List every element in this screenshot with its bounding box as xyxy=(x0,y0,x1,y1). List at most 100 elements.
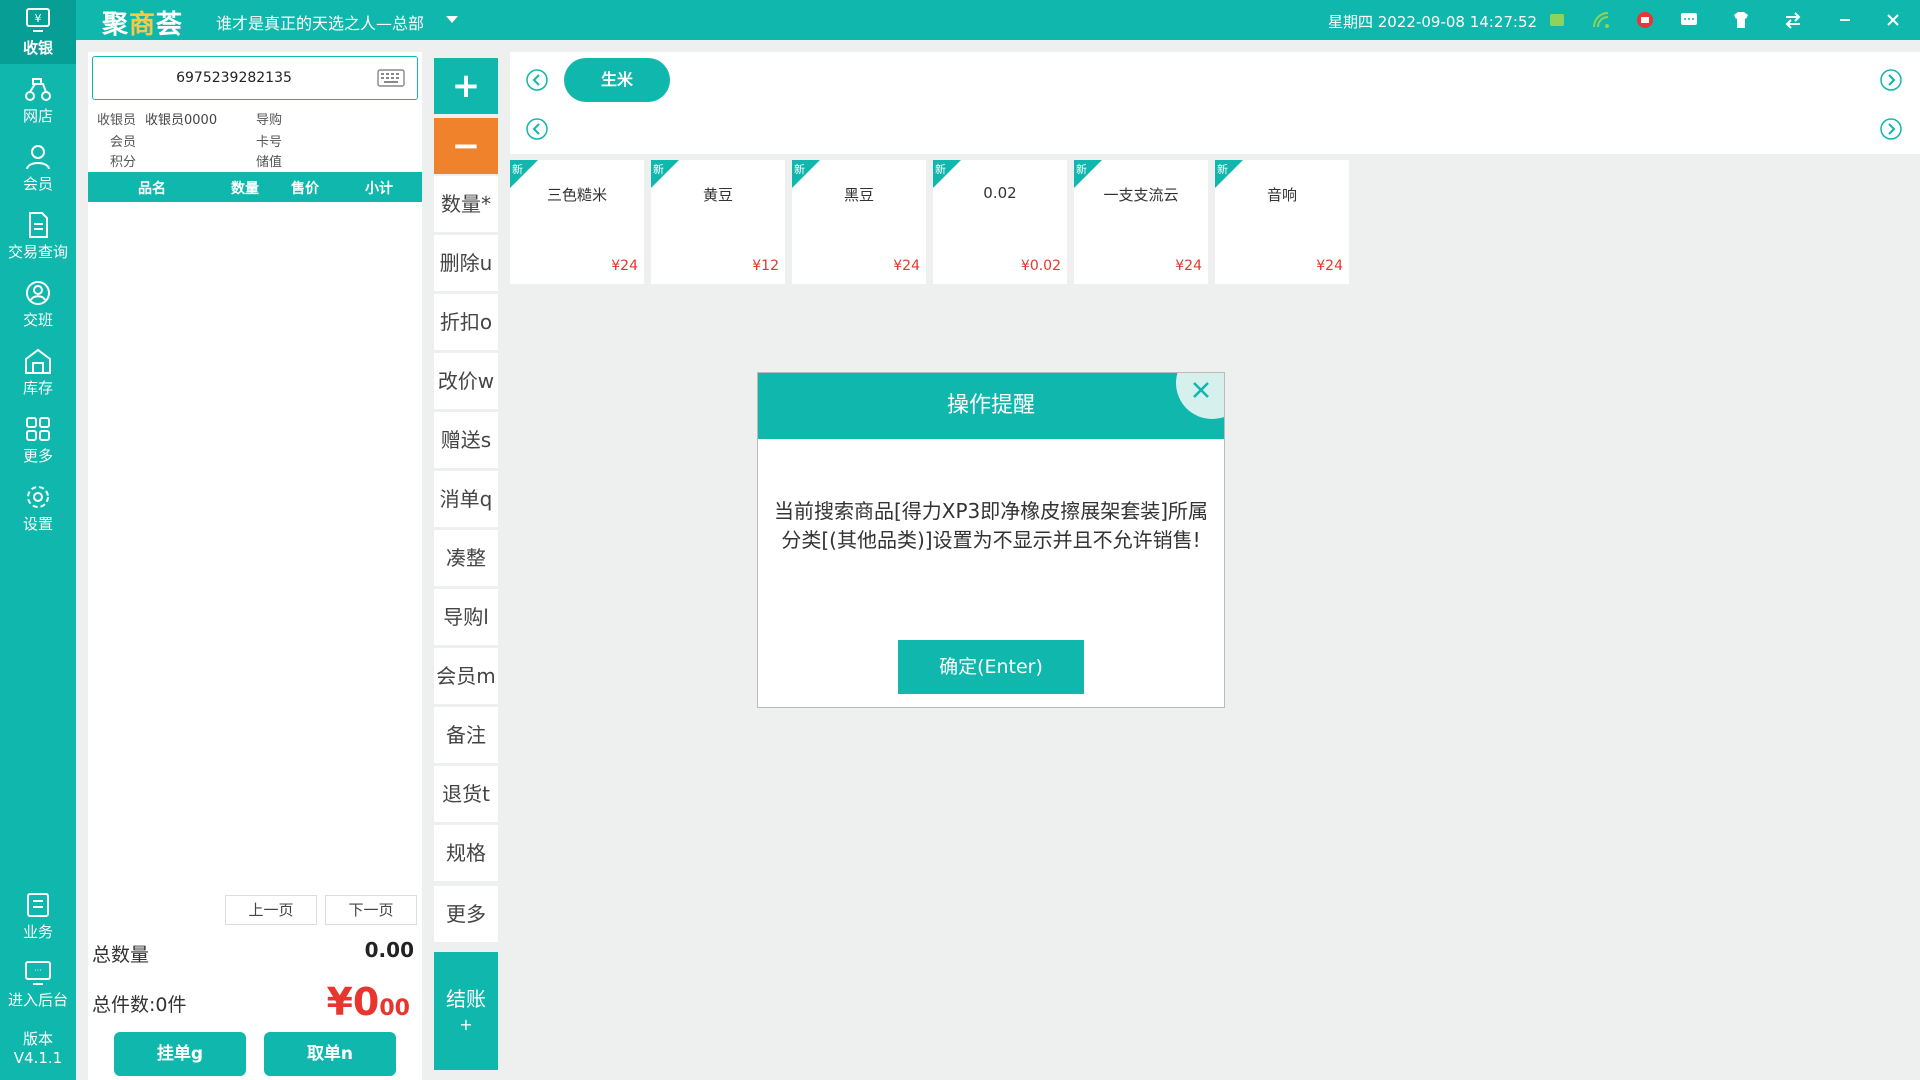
nav-item-member[interactable]: 会员 xyxy=(0,136,76,200)
app-logo: 聚商荟 xyxy=(102,10,184,40)
nav-item-cashier[interactable]: ¥ 收银 xyxy=(0,0,76,64)
nav-item-business[interactable]: 业务 xyxy=(0,884,76,948)
nav-item-transactions[interactable]: 交易查询 xyxy=(0,204,76,268)
gift-button[interactable]: 赠送s xyxy=(434,412,498,468)
checkout-label: 结账 xyxy=(446,987,486,1011)
order-panel: 收银员 收银员0000 导购 会员 卡号 积分 储值 品名 数量 售价 小计 上… xyxy=(88,52,422,1080)
column-header: 数量 xyxy=(231,181,259,197)
barcode-input[interactable] xyxy=(99,63,369,93)
category-tab-active[interactable]: 生米 xyxy=(564,58,670,102)
card-label: 卡号 xyxy=(256,135,283,150)
column-header: 小计 xyxy=(365,181,393,197)
nav-label: 设置 xyxy=(22,515,53,533)
minimize-icon[interactable] xyxy=(1834,9,1856,31)
message-icon[interactable] xyxy=(1678,9,1700,31)
top-bar: 聚商荟 谁才是真正的天选之人—总部 星期四 2022-09-08 14:27:5… xyxy=(76,0,1920,40)
nav-item-online-store[interactable]: 网店 xyxy=(0,68,76,132)
barcode-search-box[interactable] xyxy=(92,56,418,100)
guide-label: 导购 xyxy=(256,113,283,128)
checkout-plus: + xyxy=(459,1015,473,1034)
new-badge-text: 新 xyxy=(1217,163,1228,176)
wifi-icon[interactable] xyxy=(1590,9,1612,31)
nav-label: 更多 xyxy=(22,447,53,465)
nav-label: 交班 xyxy=(22,311,53,329)
keyboard-icon[interactable] xyxy=(377,69,405,87)
remark-button[interactable]: 备注 xyxy=(434,707,498,763)
chevron-right-icon[interactable] xyxy=(1880,69,1902,91)
cashier-value: 收银员0000 xyxy=(145,113,218,128)
more-functions-button[interactable]: 更多 xyxy=(434,886,498,942)
warehouse-icon xyxy=(25,348,51,374)
discount-button[interactable]: 折扣o xyxy=(434,294,498,350)
guide-button[interactable]: 导购l xyxy=(434,589,498,645)
product-price: ¥24 xyxy=(1316,258,1343,274)
nav-item-more[interactable]: 更多 xyxy=(0,408,76,472)
product-name: 三色糙米 xyxy=(546,186,607,204)
checkout-button[interactable]: 结账 + xyxy=(434,952,498,1070)
return-button[interactable]: 退货t xyxy=(434,766,498,822)
product-price: ¥24 xyxy=(1175,258,1202,274)
chevron-right-icon[interactable] xyxy=(1880,118,1902,140)
switch-icon[interactable] xyxy=(1782,9,1804,31)
product-card[interactable]: 新 黑豆 ¥24 xyxy=(792,160,926,284)
delete-button[interactable]: 删除u xyxy=(434,235,498,291)
store-selector[interactable]: 谁才是真正的天选之人—总部 xyxy=(216,10,424,34)
change-price-button[interactable]: 改价w xyxy=(434,353,498,409)
hold-order-button[interactable]: 挂单g xyxy=(114,1032,246,1076)
nav-item-settings[interactable]: 设置 xyxy=(0,476,76,540)
category-bar: 生米 xyxy=(510,52,1920,154)
operation-alert-dialog: 操作提醒 当前搜索商品[得力XP3即净橡皮擦展架套装]所属分类[(其他品类)]设… xyxy=(757,372,1225,708)
increase-qty-button[interactable]: + xyxy=(434,58,498,114)
void-order-button[interactable]: 消单q xyxy=(434,471,498,527)
nav-item-inventory[interactable]: 库存 xyxy=(0,340,76,404)
dialog-confirm-button[interactable]: 确定(Enter) xyxy=(898,640,1084,694)
nav-item-shift[interactable]: 交班 xyxy=(0,272,76,336)
gear-icon xyxy=(27,486,49,508)
product-card[interactable]: 新 三色糙米 ¥24 xyxy=(510,160,644,284)
dialog-message: 当前搜索商品[得力XP3即净橡皮擦展架套装]所属分类[(其他品类)]设置为不显示… xyxy=(773,499,1209,552)
member-label: 会员 xyxy=(110,135,137,150)
prev-page-button[interactable]: 上一页 xyxy=(225,895,317,925)
product-card[interactable]: 新 黄豆 ¥12 xyxy=(651,160,785,284)
new-badge-text: 新 xyxy=(653,163,664,176)
next-page-button[interactable]: 下一页 xyxy=(325,895,417,925)
product-card[interactable]: 新 一支支流云 ¥24 xyxy=(1074,160,1208,284)
points-label: 积分 xyxy=(110,155,137,170)
round-off-button[interactable]: 凑整 xyxy=(434,530,498,586)
nav-label: 业务 xyxy=(22,923,53,941)
retrieve-order-button[interactable]: 取单n xyxy=(264,1032,396,1076)
skin-icon[interactable] xyxy=(1730,9,1752,31)
version-label: 版本 xyxy=(22,1030,53,1048)
svg-text:¥: ¥ xyxy=(35,12,42,25)
nav-label: 库存 xyxy=(22,379,53,397)
scale-device-icon[interactable] xyxy=(1634,9,1656,31)
scooter-icon xyxy=(25,78,51,101)
grid-icon xyxy=(26,417,50,441)
close-icon[interactable] xyxy=(1882,9,1904,31)
new-badge-text: 新 xyxy=(935,163,946,176)
item-count-label: 总件数:0件 xyxy=(92,994,187,1016)
chevron-left-icon[interactable] xyxy=(526,69,548,91)
product-card[interactable]: 新 0.02 ¥0.02 xyxy=(933,160,1067,284)
chevron-down-icon[interactable] xyxy=(446,16,458,23)
balance-label: 储值 xyxy=(256,155,283,170)
svg-text:···: ··· xyxy=(34,966,42,975)
version-value: V4.1.1 xyxy=(13,1049,63,1067)
chevron-left-icon[interactable] xyxy=(526,118,548,140)
nav-label: 收银 xyxy=(22,39,53,57)
spec-button[interactable]: 规格 xyxy=(434,825,498,881)
member-button[interactable]: 会员m xyxy=(434,648,498,704)
printer-status-icon[interactable] xyxy=(1546,9,1568,31)
product-card[interactable]: 新 音响 ¥24 xyxy=(1215,160,1349,284)
product-name: 黑豆 xyxy=(843,186,874,204)
product-price: ¥24 xyxy=(893,258,920,274)
dialog-close-button[interactable] xyxy=(1176,373,1224,419)
order-table-header: 品名 数量 售价 小计 xyxy=(88,172,422,202)
quantity-button[interactable]: 数量* xyxy=(434,176,498,232)
decrease-qty-button[interactable]: − xyxy=(434,118,498,174)
product-price: ¥24 xyxy=(611,258,638,274)
nav-item-backend[interactable]: ··· 进入后台 xyxy=(0,952,76,1016)
member-icon xyxy=(26,145,50,170)
dialog-header: 操作提醒 xyxy=(758,373,1224,439)
product-name: 音响 xyxy=(1266,186,1297,204)
